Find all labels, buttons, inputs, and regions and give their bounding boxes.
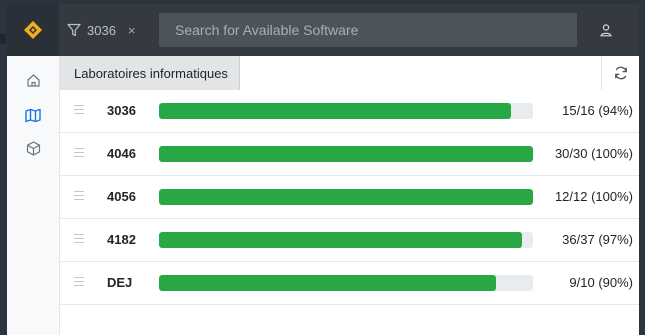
- availability-bar-fill: [159, 275, 496, 291]
- availability-bar-fill: [159, 232, 522, 248]
- software-search-box[interactable]: [159, 13, 577, 47]
- availability-bar: [159, 189, 533, 205]
- drag-handle-icon[interactable]: [74, 277, 84, 289]
- user-icon: [600, 24, 612, 37]
- availability-count: 36/37 (97%): [562, 232, 633, 247]
- sidebar-item-map[interactable]: [24, 106, 42, 124]
- map-icon: [25, 108, 41, 122]
- availability-bar-fill: [159, 103, 511, 119]
- window-frame-right: [639, 0, 645, 335]
- lab-row[interactable]: 4056 12/12 (100%): [60, 176, 639, 219]
- availability-bar: [159, 146, 533, 162]
- drag-handle-icon[interactable]: [74, 191, 84, 203]
- user-menu-button[interactable]: [597, 21, 615, 39]
- availability-bar: [159, 103, 533, 119]
- window-frame-left: [0, 0, 6, 335]
- sidebar-item-home[interactable]: [24, 71, 42, 89]
- refresh-button[interactable]: [601, 56, 639, 90]
- clear-filter-button[interactable]: ×: [128, 23, 136, 38]
- tab-bar: Laboratoires informatiques: [60, 56, 639, 91]
- lab-row[interactable]: 4182 36/37 (97%): [60, 219, 639, 262]
- lab-row[interactable]: 4046 30/30 (100%): [60, 133, 639, 176]
- lab-name: 3036: [107, 103, 136, 118]
- lab-name: DEJ: [107, 275, 133, 290]
- lab-name: 4182: [107, 232, 136, 247]
- availability-bar: [159, 275, 533, 291]
- main-content: Laboratoires informatiques 3036 15/16 (9…: [60, 56, 639, 335]
- availability-bar-fill: [159, 146, 533, 162]
- home-icon: [26, 73, 40, 87]
- sidebar: [7, 56, 60, 335]
- availability-count: 15/16 (94%): [562, 103, 633, 118]
- drag-handle-icon[interactable]: [74, 105, 84, 117]
- app-window: 3036 × Search for Available Software Lab…: [7, 4, 639, 335]
- cube-icon: [26, 140, 40, 156]
- availability-count: 30/30 (100%): [554, 146, 633, 161]
- filter-icon: [67, 23, 81, 37]
- filter-chip-label: 3036: [87, 22, 116, 38]
- lab-name: 4046: [107, 146, 136, 161]
- availability-bar-fill: [159, 189, 533, 205]
- lab-row[interactable]: 3036 15/16 (94%): [60, 90, 639, 133]
- active-filter-chip[interactable]: 3036 ×: [67, 14, 157, 46]
- logo-icon: [24, 21, 42, 39]
- tab-laboratoires[interactable]: Laboratoires informatiques: [60, 56, 240, 90]
- availability-count: 9/10 (90%): [569, 275, 633, 290]
- software-search-input[interactable]: [173, 21, 577, 39]
- availability-count: 12/12 (100%): [554, 189, 633, 204]
- top-bar: 3036 ×: [7, 4, 639, 56]
- sidebar-item-packages[interactable]: [24, 139, 42, 157]
- lab-row[interactable]: DEJ 9/10 (90%): [60, 262, 639, 305]
- drag-handle-icon[interactable]: [74, 148, 84, 160]
- drag-handle-icon[interactable]: [74, 234, 84, 246]
- app-logo[interactable]: [7, 4, 59, 56]
- lab-name: 4056: [107, 189, 136, 204]
- tab-label: Laboratoires informatiques: [74, 65, 228, 81]
- availability-bar: [159, 232, 533, 248]
- refresh-icon: [614, 66, 627, 80]
